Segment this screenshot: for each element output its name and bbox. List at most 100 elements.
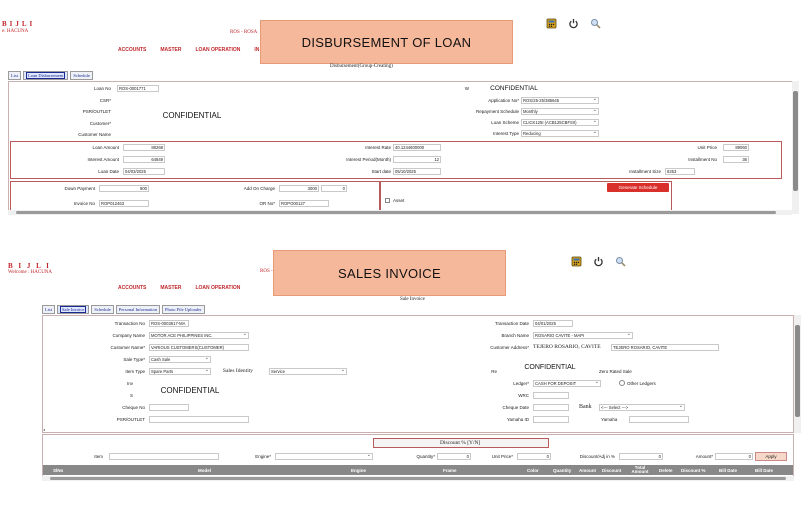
sale-type-label: Sale Type* [123,357,145,362]
tab-schedule[interactable]: Schedule [70,71,93,80]
tab-list[interactable]: List [8,71,22,80]
cheque-no-field[interactable] [149,404,189,411]
discount-field[interactable]: 0 [619,453,663,460]
search-icon[interactable] [590,18,602,30]
interest-rate-field[interactable]: 40.1244600000 [393,144,441,151]
loan-amount-field[interactable]: 88268 [123,144,165,151]
yamaha-field[interactable] [629,416,689,423]
item-type-select[interactable]: Spare Parts [149,368,211,375]
menu-accounts[interactable]: ACCOUNTS [118,285,146,291]
branch-name-select[interactable]: ROSARIO CAVITE - MAPI [533,332,633,339]
item-entry-grid: Discount % [Y/N] Item Engine* Quantity* … [42,434,794,481]
installment-size-field[interactable]: 6253 [665,168,695,175]
customer-address-value: TEJERO ROSARIO, CAVITE [533,344,601,350]
search-icon[interactable] [615,256,627,268]
start-date-field[interactable]: 05/10/2025 [393,168,441,175]
page-banner: DISBURSEMENT OF LOAN [260,20,513,64]
bank-label: Bank [579,404,592,410]
zero-rated-sale-label: Zero Rated Sale [599,369,632,374]
invoice-no-field[interactable]: ROP012463 [99,200,149,207]
tab-photo-file-uploader[interactable]: Photo File Uploader [162,305,205,314]
interest-period-field[interactable]: 12 [393,156,441,163]
unit-price-field[interactable]: 89060 [723,144,749,151]
transaction-date-label: Transaction Date [494,321,529,326]
yamaha-id-field[interactable] [533,416,569,423]
quantity-label: Quantity* [416,454,435,459]
unit-price-field[interactable]: 0 [517,453,551,460]
transaction-no-field[interactable]: ROS-0003617-MA [149,320,189,327]
customer-name-label: Customer Name* [110,345,145,350]
inv-label: Inv [126,381,133,386]
amount-field[interactable]: 0 [715,453,753,460]
interest-amount-field[interactable]: 64849 [123,156,165,163]
add-on-charge-field[interactable]: 3000 [279,185,319,192]
form-vertical-scrollbar[interactable] [792,81,799,214]
form-vertical-scrollbar[interactable] [794,315,801,433]
loan-no-field[interactable]: ROS-0001771 [117,85,159,92]
col-discount-percent: Discount % [681,467,706,473]
calculator-icon[interactable] [571,256,583,268]
scrollbar-thumb[interactable] [795,325,800,417]
ledger-select[interactable]: CASH FOR DEPOSIT [533,380,601,387]
repayment-schedule-select[interactable]: Monthly [521,108,599,115]
asset-checkbox[interactable] [385,198,390,203]
loan-date-field[interactable]: 04/03/2025 [123,168,165,175]
or-no-field[interactable]: ROPO00127 [279,200,329,207]
scroll-left-arrow[interactable]: ◂ [43,427,45,432]
menu-loan-operation[interactable]: LOAN OPERATION [195,285,240,291]
sale-type-select[interactable]: Cash Sale [149,356,211,363]
quantity-field[interactable]: 0 [437,453,471,460]
customer-name-label: Customer Name [78,132,111,137]
menu-master[interactable]: MASTER [160,285,181,291]
generate-schedule-button[interactable]: Generate Schedule [607,183,669,192]
tab-sale-invoice[interactable]: Sale Invoice [57,305,90,314]
item-field[interactable] [109,453,219,460]
loan-scheme-label: Loan Scheme [491,120,519,125]
add-on-charge-extra-field[interactable]: 0 [321,185,347,192]
calculator-icon[interactable] [546,18,558,30]
menu-inventory[interactable]: IN [254,47,259,53]
tab-schedule[interactable]: Schedule [91,305,114,314]
engine-select[interactable] [275,453,373,460]
customer-address-field[interactable]: TEJERO ROSARIO, CAVITE [611,344,719,351]
customer-address-label: Customer Address* [490,345,529,350]
engine-label: Engine* [255,454,271,459]
power-icon[interactable] [568,18,580,30]
customer-name-field[interactable]: VARIOUS CUSTOMERS(CUSTOMER) [149,344,249,351]
tab-personal-information[interactable]: Personal Information [115,305,161,314]
other-ledgers-radio[interactable] [619,380,625,386]
menu-loan-operation[interactable]: LOAN OPERATION [195,47,240,53]
tab-list[interactable]: List [42,305,56,314]
grid-horizontal-scrollbar[interactable] [42,476,794,481]
application-no-dropdown[interactable]: ROS/25-25/385645 [521,97,599,104]
main-menu: ACCOUNTS MASTER LOAN OPERATION [118,285,240,291]
psr-outlet-field[interactable] [149,416,249,423]
col-quantity: Quantity [553,467,572,473]
menu-accounts[interactable]: ACCOUNTS [118,47,146,53]
scrollbar-thumb[interactable] [793,91,798,191]
form-horizontal-scrollbar[interactable] [8,210,792,215]
scrollbar-thumb[interactable] [50,477,786,480]
cheque-date-field[interactable] [533,404,569,411]
loan-scheme-select[interactable]: CLICK125I (ACB125CBFSII) [521,119,599,126]
apply-button[interactable]: Apply [755,452,787,461]
installment-no-field[interactable]: 36 [723,156,749,163]
welcome-text: Welcome : HACUNA [8,270,53,275]
down-payment-field[interactable]: 800 [99,185,149,192]
interest-type-select[interactable]: Reducing [521,130,599,137]
scrollbar-thumb[interactable] [16,211,776,214]
menu-master[interactable]: MASTER [160,47,181,53]
power-icon[interactable] [593,256,605,268]
transaction-date-field[interactable]: 04/01/2025 [533,320,573,327]
interest-period-label: Interest Period(Month) [346,157,391,162]
yamaha-label: Yamaha [601,417,618,422]
bank-select[interactable]: <--- Select ---> [599,404,685,411]
tab-loan-disbursement[interactable]: Loan Disbursement [23,71,69,80]
company-name-select[interactable]: MOTOR ACE PHILIPPINES INC. [149,332,249,339]
company-name: ROS - ROSA [230,30,258,35]
discount-toggle-label: Discount % [Y/N] [440,440,481,446]
unit-price-label: Unit Price [697,145,717,150]
col-model: Model [198,467,211,473]
wrc-field[interactable] [533,392,569,399]
sales-identity-select[interactable]: Service [269,368,347,375]
